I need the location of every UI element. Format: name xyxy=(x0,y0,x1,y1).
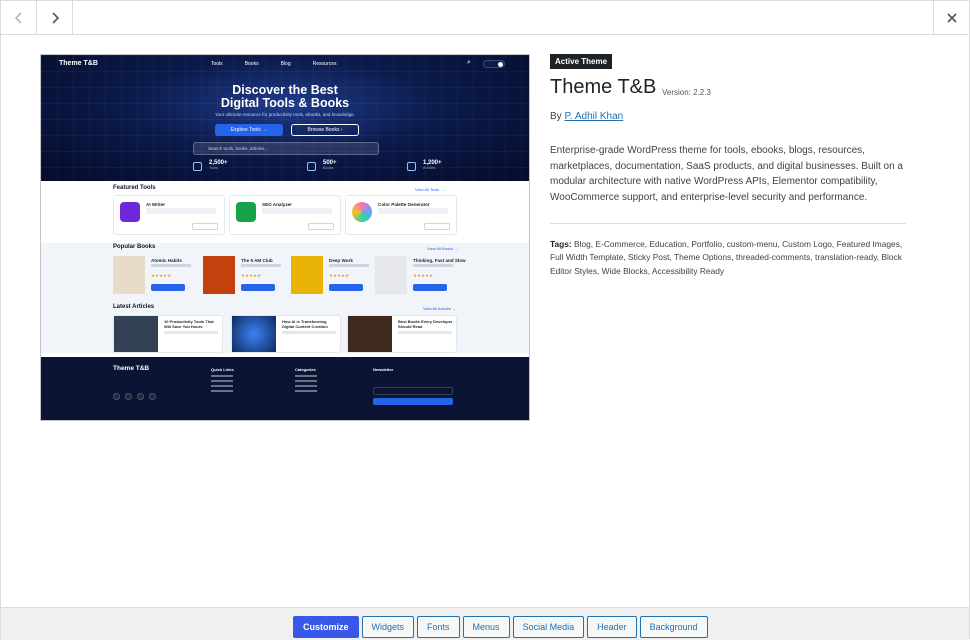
preview-footer-col: Categories xyxy=(295,367,316,372)
preview-article-card: Best Books Every Developer Should Read xyxy=(347,315,457,353)
preview-menu-item: Resources xyxy=(312,61,337,67)
preview-footer: Theme T&B Quick Links Categories Newslet… xyxy=(41,357,529,420)
theme-author: By P. Adhil Khan xyxy=(550,111,623,122)
widgets-button[interactable]: Widgets xyxy=(361,616,415,638)
modal-header xyxy=(1,1,969,35)
preview-explore-button: Explore Tools → xyxy=(215,124,283,136)
previous-theme-button[interactable] xyxy=(1,1,37,34)
preview-tool-card: SEO Analyzer xyxy=(229,195,341,235)
author-link[interactable]: P. Adhil Khan xyxy=(564,111,623,122)
fonts-button[interactable]: Fonts xyxy=(417,616,460,638)
preview-hero-title: Digital Tools & Books xyxy=(220,96,350,110)
preview-featured-title: Featured Tools xyxy=(113,185,156,191)
tool-icon xyxy=(352,202,372,222)
theme-description: Enterprise-grade WordPress theme for too… xyxy=(550,145,903,203)
preview-stat: 1,200+ Articles xyxy=(407,160,442,171)
preview-menu-item: Blog xyxy=(280,61,291,67)
theme-toggle xyxy=(483,60,505,68)
preview-tool-card: Color Palette Generator xyxy=(345,195,457,235)
preview-footer-col: Quick Links xyxy=(211,367,234,372)
close-icon xyxy=(946,12,957,23)
search-icon: ⌕ xyxy=(467,59,471,66)
tags-label: Tags: xyxy=(550,239,572,249)
next-theme-button[interactable] xyxy=(37,1,73,34)
theme-version: Version: 2.2.3 xyxy=(662,88,711,97)
preview-tool-card: AI Writer xyxy=(113,195,225,235)
preview-search-box: Search tools, books, articles... xyxy=(193,142,379,155)
social-media-button[interactable]: Social Media xyxy=(512,616,585,638)
preview-articles-title: Latest Articles xyxy=(113,304,155,310)
preview-browse-button: Browse Books › xyxy=(291,124,359,136)
author-by-label: By xyxy=(550,111,562,122)
background-button[interactable]: Background xyxy=(639,616,708,638)
preview-brand: Theme T&B xyxy=(59,60,98,67)
preview-stat: 500+ Books xyxy=(307,160,337,171)
preview-view-all: View All Tools → xyxy=(415,187,445,192)
preview-subscribe xyxy=(373,398,453,405)
theme-actions-bar: Customize Widgets Fonts Menus Social Med… xyxy=(1,607,969,640)
divider xyxy=(550,223,906,224)
customize-button[interactable]: Customize xyxy=(293,616,359,638)
chevron-left-icon xyxy=(14,11,22,24)
preview-view-all: View All Articles → xyxy=(423,306,457,311)
menus-button[interactable]: Menus xyxy=(462,616,510,638)
chevron-right-icon xyxy=(51,11,59,24)
theme-tags: Tags: Blog, E-Commerce, Education, Portf… xyxy=(550,238,906,278)
preview-menu-item: Tools xyxy=(211,61,223,67)
preview-stat: 2,500+ Tools xyxy=(193,160,228,171)
preview-footer-col: Newsletter xyxy=(373,367,394,372)
tool-icon xyxy=(120,202,140,222)
preview-hero-title: Discover the Best xyxy=(232,83,338,97)
preview-article-card: How AI is Transforming Digital Content C… xyxy=(231,315,341,353)
tags-list: Blog, E-Commerce, Education, Portfolio, … xyxy=(550,239,903,276)
preview-book-card: Thinking, Fast and Slow ★★★★★ xyxy=(375,256,483,296)
preview-article-card: 10 Productivity Tools That Will Save You… xyxy=(113,315,223,353)
preview-hero: Theme T&B Tools Books Blog Resources ⌕ D… xyxy=(41,55,529,181)
active-theme-badge: Active Theme xyxy=(550,54,613,69)
preview-view-all: View All Books → xyxy=(427,246,459,251)
theme-screenshot: Theme T&B Tools Books Blog Resources ⌕ D… xyxy=(40,54,530,421)
preview-footer-brand: Theme T&B xyxy=(113,365,150,372)
theme-details-modal: Theme T&B Tools Books Blog Resources ⌕ D… xyxy=(0,0,970,640)
preview-books-title: Popular Books xyxy=(113,244,156,250)
close-modal-button[interactable] xyxy=(933,1,969,34)
theme-name: Theme T&B xyxy=(550,76,657,98)
tool-icon xyxy=(236,202,256,222)
preview-menu-item: Books xyxy=(244,61,259,67)
header-button[interactable]: Header xyxy=(587,616,637,638)
preview-menu: Tools Books Blog Resources xyxy=(211,61,337,67)
preview-hero-subtitle: Your ultimate resource for productivity … xyxy=(214,112,356,117)
